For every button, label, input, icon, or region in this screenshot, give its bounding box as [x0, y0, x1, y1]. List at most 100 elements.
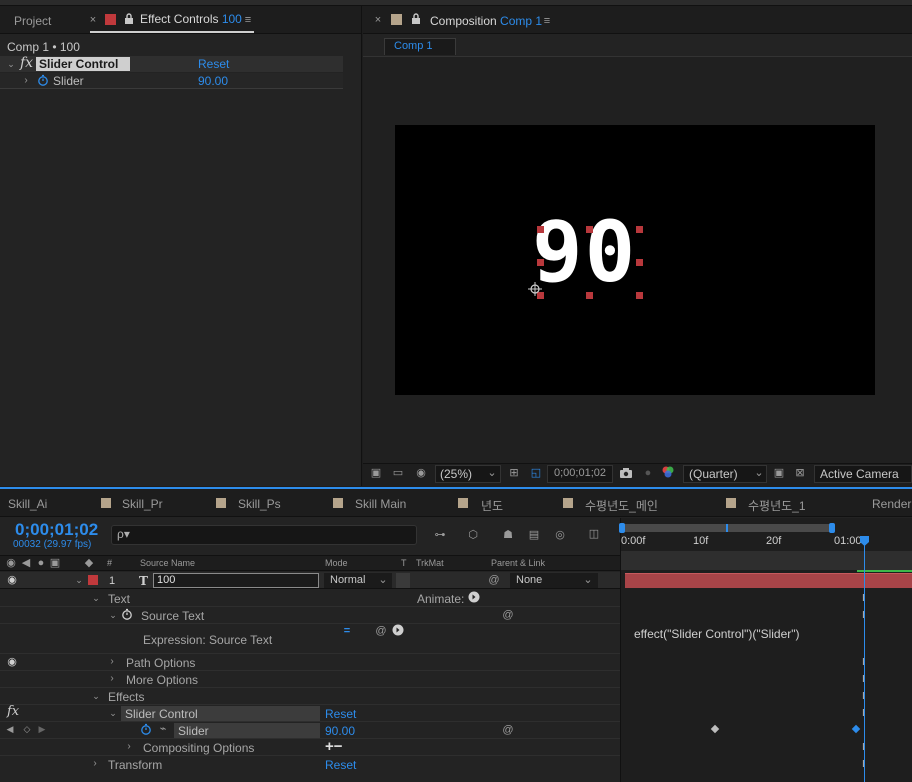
pick-whip-icon[interactable]: @ [502, 609, 514, 621]
graph-icon[interactable]: ⌁ [157, 723, 169, 735]
snapshot-region-icon[interactable]: ▣ [369, 466, 383, 480]
bounding-handle[interactable] [636, 292, 643, 299]
header-parent[interactable]: Parent & Link [491, 558, 545, 568]
add-keyframe-icon[interactable]: ◇ [22, 724, 32, 734]
fx-icon[interactable]: fx [7, 704, 19, 719]
tab-effect-controls[interactable]: Effect Controls 100 [140, 12, 242, 26]
timeline-tab[interactable]: Render Q [872, 497, 912, 511]
panel-menu-icon[interactable]: ≡ [541, 15, 553, 27]
bounding-handle[interactable] [537, 259, 544, 266]
show-snapshot-icon[interactable]: ● [641, 466, 655, 480]
comp-canvas[interactable]: 90 [395, 125, 875, 395]
eye-icon[interactable]: ◉ [6, 574, 18, 586]
layer-duration-bar[interactable] [625, 573, 912, 588]
stopwatch-icon[interactable] [121, 608, 133, 620]
timeline-tab[interactable]: Skill_Ai [8, 497, 47, 511]
anchor-point-icon[interactable] [528, 282, 542, 296]
slider-value[interactable]: 90.00 [198, 74, 228, 88]
timeline-tab[interactable]: 수평년도_메인 [585, 497, 658, 514]
text-layer-content[interactable]: 90 [532, 210, 637, 294]
trkmat-dropdown[interactable] [396, 573, 410, 588]
timeline-tab[interactable]: 년도 [481, 497, 503, 514]
layer-name-input[interactable] [153, 573, 319, 588]
header-source-name[interactable]: Source Name [140, 558, 195, 568]
mask-icon[interactable]: ◉ [413, 466, 429, 480]
chevron-right-icon[interactable]: › [108, 674, 116, 684]
timeline-tab[interactable]: 수평년도_1 [748, 497, 806, 514]
pick-whip-icon[interactable]: @ [502, 724, 514, 736]
chevron-right-icon[interactable]: › [91, 759, 99, 769]
work-area-start-handle[interactable] [619, 523, 625, 533]
expand-chevron-icon[interactable]: ⌄ [74, 574, 84, 586]
solo-icon[interactable]: ● [36, 557, 46, 569]
prev-keyframe-icon[interactable]: ◀ [6, 724, 14, 734]
current-time-indicator[interactable] [864, 537, 865, 782]
chevron-down-icon[interactable]: ⌄ [6, 59, 16, 69]
stopwatch-icon[interactable] [37, 74, 49, 86]
stopwatch-icon[interactable] [140, 723, 152, 735]
shy-icon[interactable]: ☗ [500, 527, 516, 543]
expression-enable-icon[interactable]: = [340, 625, 354, 637]
tab-composition[interactable]: Composition Comp 1 [430, 14, 542, 28]
draft-3d-icon[interactable]: ⬡ [465, 527, 481, 543]
bounding-handle[interactable] [586, 292, 593, 299]
bounding-handle[interactable] [636, 226, 643, 233]
animate-menu-icon[interactable] [468, 591, 480, 603]
chevron-right-icon[interactable]: › [125, 742, 133, 752]
chevron-down-icon[interactable]: ⌄ [91, 593, 101, 603]
row-divider [0, 606, 620, 607]
timeline-tab[interactable]: Skill_Pr [122, 497, 163, 511]
eye-icon[interactable]: ◉ [6, 656, 18, 668]
chevron-right-icon[interactable]: › [108, 657, 116, 667]
timeline-tab[interactable]: Skill Main [355, 497, 406, 511]
lock-icon[interactable] [124, 13, 134, 25]
timeline-timecode[interactable]: 0;00;01;02 [15, 520, 98, 540]
lock-icon[interactable]: ▣ [50, 557, 60, 569]
header-trkmat[interactable]: TrkMat [416, 558, 444, 568]
color-channels-icon[interactable] [661, 465, 675, 479]
close-icon[interactable]: × [373, 14, 383, 25]
work-area-end-handle[interactable] [829, 523, 835, 533]
prop-slider-value[interactable]: 90.00 [325, 724, 355, 738]
expression-language-menu-icon[interactable] [392, 624, 404, 636]
panel-menu-icon[interactable]: ≡ [242, 14, 254, 26]
eye-icon[interactable]: ◉ [5, 557, 17, 569]
motion-blur-icon[interactable]: ◎ [552, 527, 568, 543]
timeline-tab[interactable]: Skill_Ps [238, 497, 281, 511]
layer-search-input[interactable] [111, 525, 417, 545]
monitor-icon[interactable]: ▭ [391, 466, 405, 480]
frame-blending-icon[interactable]: ▤ [526, 527, 542, 543]
chevron-right-icon[interactable]: › [22, 76, 30, 86]
label-tag-icon[interactable]: ◆ [83, 557, 95, 569]
header-mode[interactable]: Mode [325, 558, 348, 568]
audio-icon[interactable]: ◀ [20, 557, 32, 569]
fit-icon[interactable]: ⊞ [507, 466, 521, 480]
bounding-handle[interactable] [636, 259, 643, 266]
composition-flowchart-icon[interactable]: ⊶ [432, 527, 448, 543]
camera-icon[interactable] [619, 466, 633, 480]
effect-reset[interactable]: Reset [198, 57, 229, 71]
pick-whip-icon[interactable]: @ [488, 574, 500, 586]
tab-composition-name: Comp 1 [500, 14, 543, 28]
prop-expression: Expression: Source Text [143, 633, 273, 647]
expression-graph-icon[interactable]: @ [375, 625, 387, 637]
expression-code[interactable]: effect("Slider Control")("Slider") [634, 627, 800, 641]
fast-previews-icon[interactable]: ▣ [772, 466, 786, 480]
chevron-down-icon[interactable]: ⌄ [108, 610, 118, 620]
fx-badge[interactable]: fx [20, 55, 33, 71]
slider-control-reset[interactable]: Reset [325, 707, 356, 721]
bounding-handle[interactable] [586, 226, 593, 233]
graph-editor-icon[interactable]: ◫ [586, 526, 602, 542]
chevron-down-icon[interactable]: ⌄ [91, 691, 101, 701]
lock-icon[interactable] [411, 13, 421, 25]
next-keyframe-icon[interactable]: ▶ [38, 724, 46, 734]
transparency-grid-icon[interactable]: ⊠ [793, 466, 807, 480]
bounding-handle[interactable] [537, 226, 544, 233]
transform-reset[interactable]: Reset [325, 758, 356, 772]
region-icon[interactable]: ◱ [529, 466, 543, 480]
close-icon[interactable]: × [88, 14, 98, 25]
tab-project[interactable]: Project [14, 14, 51, 28]
layer-label-color[interactable] [88, 575, 98, 585]
add-remove-mask-buttons[interactable]: +− [325, 738, 343, 755]
chevron-down-icon[interactable]: ⌄ [108, 708, 118, 718]
